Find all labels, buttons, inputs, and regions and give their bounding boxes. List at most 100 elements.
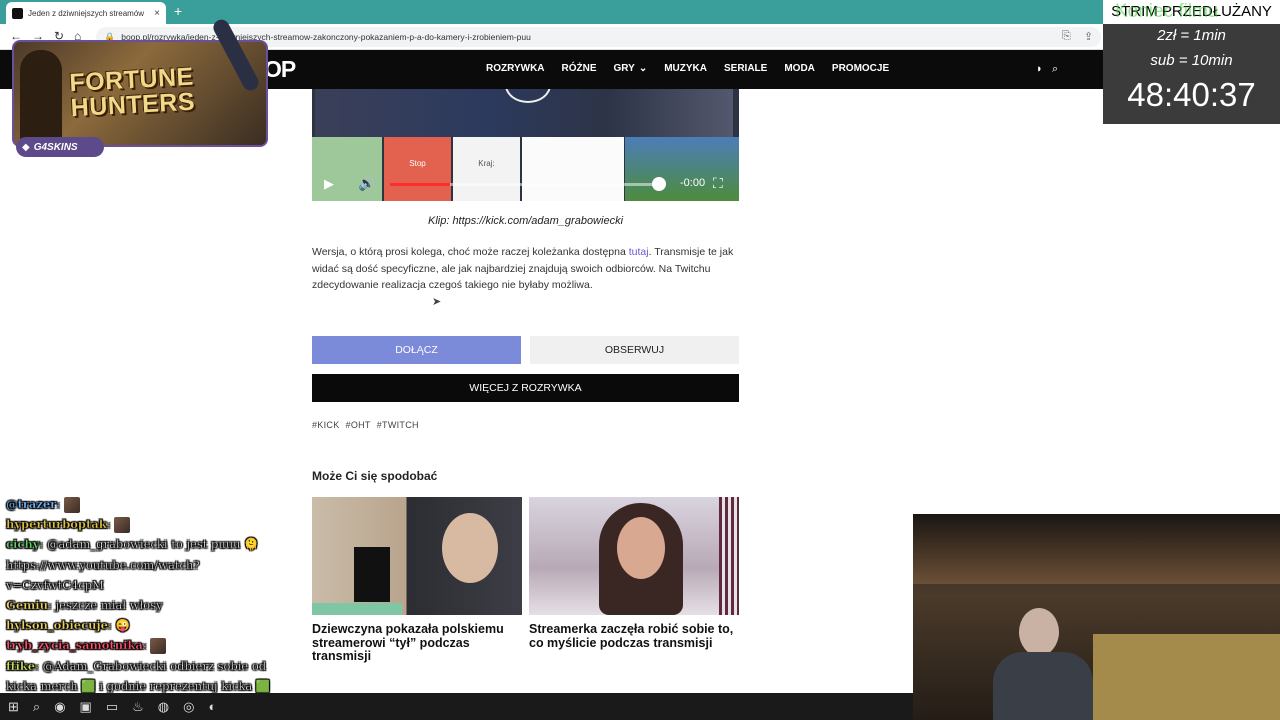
related-card-title[interactable]: Streamerka zaczęła robić sobie to, co my… [529,622,739,650]
chat-message: Gemiu: jeszcze miał włosy [6,595,306,615]
streamer-head-shape [1019,608,1059,656]
chat-text: kicka merch 🟩 i godnie reprezentuj kicka… [6,678,271,693]
chevron-down-icon[interactable]: ⌄ [639,63,647,74]
chat-text: jeszcze miał włosy [55,598,163,613]
windows-icon[interactable]: ⊞ [8,699,19,715]
nav-item-moda[interactable]: MODA [784,63,815,74]
related-section-title: Może Ci się spodobać [312,469,438,483]
install-icon[interactable]: ⎘ [1062,30,1071,43]
new-tab-button[interactable]: + [174,3,182,19]
chat-separator: : [48,598,56,613]
video-player[interactable]: Stop Kraj: ▶ 🔊 -0:00 ⛶ [312,89,739,201]
chat-text: 😜 [115,618,130,633]
browser-tab-bar: Jeden z dziwniejszych streamów × + [0,0,1280,24]
chat-username: @trazer [6,497,57,511]
main-nav: ROZRYWKA RÓŻNE GRY ⌄ MUZYKA SERIALE MODA… [486,63,906,74]
chat-message: v=CzvfwtC4cpM [6,575,306,595]
chat-separator: : [56,497,64,511]
fullscreen-icon[interactable]: ⛶ [713,175,723,192]
ad-brand-text: G4SKINS [33,141,78,153]
chat-text: https://www.youtube.com/watch? [6,557,200,572]
video-progress-fill [390,183,450,186]
steam-icon[interactable]: ♨ [132,699,144,715]
tag-list: #KICK #OHT #TWITCH [312,420,419,430]
store-icon[interactable]: ▣ [80,699,92,715]
chat-username: tryb_zycia_samotnika [6,638,143,653]
play-icon[interactable]: ▶ [324,176,334,192]
tab-title: Jeden z dziwniejszych streamów [28,8,145,18]
subathon-rate-sub: sub = 10min [1150,52,1233,69]
chat-username: cichy [6,537,40,552]
video-caption: Klip: https://kick.com/adam_grabowiecki [427,215,624,227]
chat-text: @adam_grabowiecki to jest puuu 🫠 [46,537,259,552]
chat-message: @trazer: [6,494,306,514]
nav-item-promocje[interactable]: PROMOCJE [832,63,889,74]
chat-message: ffike: @Adam_Grabowiecki odbierz sobie o… [6,656,306,676]
chat-username: hyperturboptak [6,517,107,532]
webcam-feed [913,514,1280,720]
brand-logo-icon: ◆ [22,141,30,153]
paragraph-text-start: Wersja, o którą prosi kolega, choć może … [312,246,629,258]
chat-message: hyperturboptak: [6,514,306,534]
subathon-rate-donation: 2zł = 1min [1157,27,1226,44]
more-from-category-button[interactable]: WIĘCEJ Z ROZRYWKA [312,374,739,402]
tag-oht[interactable]: #OHT [346,420,371,430]
related-card-image[interactable] [312,497,522,615]
video-time: -0:00 [680,177,706,189]
chat-text: v=CzvfwtC4cpM [6,577,104,592]
related-card[interactable]: Dziewczyna pokazała polskiemu streamerow… [312,497,522,664]
chrome-icon[interactable]: ◉ [54,699,65,715]
nav-item-rozne[interactable]: RÓŻNE [562,63,597,74]
curtain-shape [719,497,739,615]
dark-mode-icon[interactable]: ◗ [1036,63,1043,75]
firefox-icon[interactable]: ◍ [158,699,169,715]
subathon-panel: STRIM PRZEDŁUŻANY Koniec filmu 2zł = 1mi… [1103,0,1280,124]
nav-item-seriale[interactable]: SERIALE [724,63,767,74]
tab-close-icon[interactable]: × [154,8,160,19]
related-card-title[interactable]: Dziewczyna pokazała polskiemu streamerow… [312,622,522,664]
chat-message: tryb_zycia_samotnika: [6,635,306,655]
chat-separator: : [35,658,43,673]
chat-emote-icon [114,517,131,534]
record-icon[interactable]: ◎ [183,699,194,715]
paragraph-link[interactable]: tutaj [629,246,649,258]
follow-button[interactable]: OBSERWUJ [530,336,739,364]
related-card-image[interactable] [529,497,739,615]
article-paragraph: Wersja, o którą prosi kolega, choć może … [312,244,739,294]
chat-username: hylson_obiecuje [6,618,108,633]
site-logo[interactable]: OP [264,56,296,83]
tag-twitch[interactable]: #TWITCH [377,420,419,430]
chat-username: Gemiu [6,598,49,613]
streamer-body-shape [993,652,1093,720]
nav-item-rozrywka[interactable]: ROZRYWKA [486,63,545,74]
tag-kick[interactable]: #KICK [312,420,340,430]
stream-chat: @trazer: hyperturboptak: cichy: @adam_gr… [6,494,306,696]
taskbar: ⊞ ⌕ ◉ ▣ ▭ ♨ ◍ ◎ ◐ [0,693,913,720]
chat-message: hylson_obiecuje: 😜 [6,615,306,635]
browser-tab[interactable]: Jeden z dziwniejszych streamów × [6,2,166,24]
ad-character-shape [20,50,62,142]
screen: Jeden z dziwniejszych streamów × + ← → ↻… [0,0,1280,720]
volume-icon[interactable]: 🔊 [358,175,375,192]
search-icon[interactable]: ⌕ [1052,63,1058,76]
roof-shape [913,514,1280,584]
overlay-strip [312,603,402,615]
chat-emote-icon [63,497,80,513]
obs-icon[interactable]: ◐ [208,699,216,714]
chat-username: ffike [6,658,36,673]
chat-separator: : [142,638,151,653]
volume-knob[interactable] [652,177,666,191]
search-icon[interactable]: ⌕ [33,699,40,715]
censor-block [354,547,390,602]
chat-text: @Adam_Grabowiecki odbierz sobie od [42,658,267,673]
join-button[interactable]: DOŁĄCZ [312,336,521,364]
share-icon[interactable]: ⇪ [1084,30,1093,43]
nav-item-gry[interactable]: GRY [614,63,635,74]
chat-separator: : [39,537,47,552]
chat-emote-icon [150,638,167,655]
folder-icon[interactable]: ▭ [106,699,118,715]
nav-item-muzyka[interactable]: MUZYKA [664,63,707,74]
subathon-timer: 48:40:37 [1127,76,1256,113]
video-progress-track[interactable] [390,183,660,186]
related-card[interactable]: Streamerka zaczęła robić sobie to, co my… [529,497,739,650]
